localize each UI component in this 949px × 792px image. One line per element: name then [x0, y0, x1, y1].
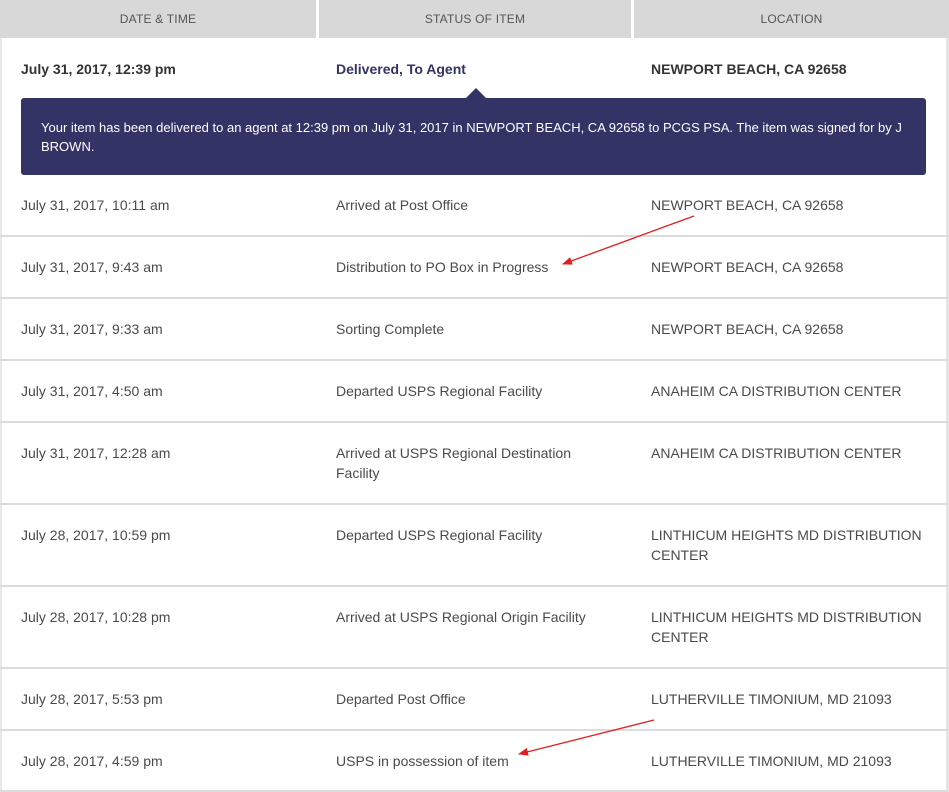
- event-location: NEWPORT BEACH, CA 92658: [651, 259, 844, 275]
- callout-pointer: [466, 88, 486, 98]
- event-status: Distribution to PO Box in Progress: [336, 259, 549, 275]
- event-date: July 28, 2017, 4:59 pm: [21, 753, 163, 769]
- table-header: DATE & TIME STATUS OF ITEM LOCATION: [0, 0, 949, 38]
- table-row: July 28, 2017, 4:59 pm USPS in possessio…: [0, 731, 949, 792]
- event-status: Delivered, To Agent: [336, 61, 466, 77]
- event-status: Departed Post Office: [336, 691, 466, 707]
- header-status: STATUS OF ITEM: [319, 0, 631, 38]
- table-row: July 31, 2017, 10:11 am Arrived at Post …: [0, 175, 949, 237]
- header-location: LOCATION: [634, 0, 949, 38]
- table-row: July 28, 2017, 10:59 pm Departed USPS Re…: [0, 505, 949, 587]
- event-location: LINTHICUM HEIGHTS MD DISTRIBUTION CENTER: [651, 609, 922, 645]
- event-location: LUTHERVILLE TIMONIUM, MD 21093: [651, 753, 892, 769]
- table-row: July 31, 2017, 9:43 am Distribution to P…: [0, 237, 949, 299]
- table-row: July 28, 2017, 5:53 pm Departed Post Off…: [0, 669, 949, 731]
- table-row: July 31, 2017, 9:33 am Sorting Complete …: [0, 299, 949, 361]
- event-date: July 31, 2017, 10:11 am: [21, 197, 170, 213]
- event-date: July 28, 2017, 10:59 pm: [21, 527, 171, 543]
- event-status: Departed USPS Regional Facility: [336, 383, 543, 399]
- event-location: NEWPORT BEACH, CA 92658: [651, 61, 847, 77]
- event-location: LUTHERVILLE TIMONIUM, MD 21093: [651, 691, 892, 707]
- table-row: July 31, 2017, 12:28 am Arrived at USPS …: [0, 423, 949, 505]
- event-location: ANAHEIM CA DISTRIBUTION CENTER: [651, 445, 902, 461]
- delivery-detail-callout: Your item has been delivered to an agent…: [21, 98, 926, 175]
- event-date: July 31, 2017, 4:50 am: [21, 383, 163, 399]
- event-status: Arrived at Post Office: [336, 197, 469, 213]
- event-location: LINTHICUM HEIGHTS MD DISTRIBUTION CENTER: [651, 527, 922, 563]
- event-date: July 28, 2017, 10:28 pm: [21, 609, 171, 625]
- event-date: July 31, 2017, 12:39 pm: [21, 61, 176, 77]
- event-status: Arrived at USPS Regional Destination Fac…: [336, 445, 572, 481]
- event-location: ANAHEIM CA DISTRIBUTION CENTER: [651, 383, 902, 399]
- event-status: Sorting Complete: [336, 321, 445, 337]
- table-row: July 31, 2017, 4:50 am Departed USPS Reg…: [0, 361, 949, 423]
- header-date-time: DATE & TIME: [0, 0, 316, 38]
- event-date: July 31, 2017, 9:33 am: [21, 321, 163, 337]
- event-status: Arrived at USPS Regional Origin Facility: [336, 609, 586, 625]
- table-row: July 28, 2017, 10:28 pm Arrived at USPS …: [0, 587, 949, 669]
- event-location: NEWPORT BEACH, CA 92658: [651, 321, 844, 337]
- event-location: NEWPORT BEACH, CA 92658: [651, 197, 844, 213]
- event-date: July 31, 2017, 12:28 am: [21, 445, 171, 461]
- event-date: July 28, 2017, 5:53 pm: [21, 691, 163, 707]
- event-status: Departed USPS Regional Facility: [336, 527, 543, 543]
- event-status: USPS in possession of item: [336, 753, 509, 769]
- event-date: July 31, 2017, 9:43 am: [21, 259, 163, 275]
